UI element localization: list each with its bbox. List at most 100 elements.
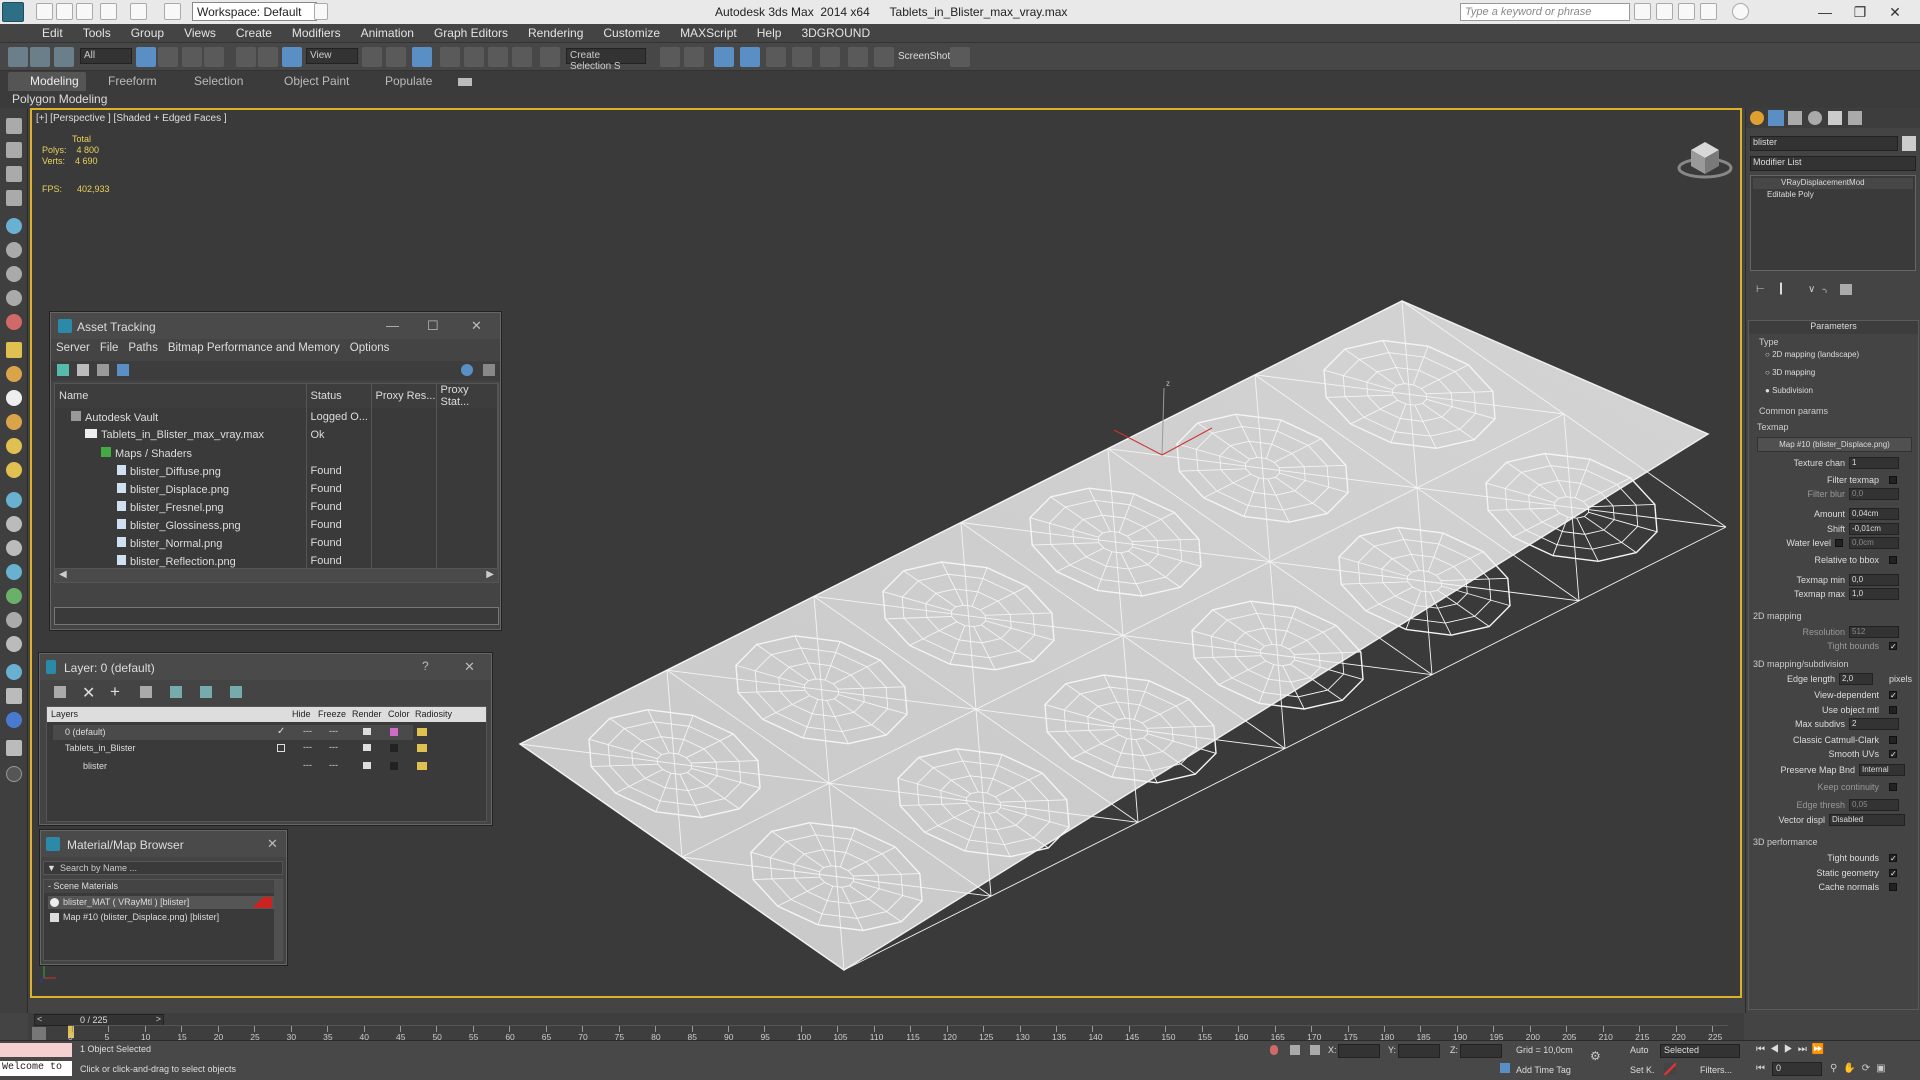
- make-unique-icon[interactable]: ∨: [1808, 284, 1815, 295]
- tab-object-paint[interactable]: Object Paint: [284, 74, 349, 88]
- communication-center-icon[interactable]: [1678, 3, 1695, 20]
- screenshot-icon[interactable]: [950, 47, 970, 67]
- percent-snap-icon[interactable]: [488, 47, 508, 67]
- y-coordinate-field[interactable]: [1398, 1044, 1440, 1058]
- close-icon[interactable]: ✕: [471, 318, 482, 334]
- help-icon[interactable]: [1732, 3, 1749, 20]
- pivot-center-icon[interactable]: [362, 47, 382, 67]
- select-layer-icon[interactable]: [140, 686, 152, 698]
- absolute-mode-icon[interactable]: [1310, 1045, 1320, 1055]
- move-icon[interactable]: [236, 47, 256, 67]
- add-time-tag-button[interactable]: Add Time Tag: [1516, 1065, 1571, 1075]
- texmap-max-spinner[interactable]: 1,0: [1849, 588, 1899, 600]
- layer-manager-titlebar[interactable]: Layer: 0 (default) ? ✕: [40, 654, 491, 680]
- table-row[interactable]: blister_Diffuse.png Found: [55, 462, 498, 480]
- table-row[interactable]: blister_Displace.png Found: [55, 480, 498, 498]
- list-tool-icon[interactable]: [6, 190, 22, 206]
- material-item[interactable]: blister_MAT ( VRayMtl ) [blister]: [48, 896, 274, 909]
- scroll-left-icon[interactable]: ◀: [59, 569, 67, 580]
- create-tab-icon[interactable]: [1750, 111, 1764, 125]
- lock-selection-icon[interactable]: [1290, 1045, 1300, 1055]
- new-file-icon[interactable]: [36, 3, 53, 20]
- light-tool-icon[interactable]: [6, 390, 22, 406]
- material-editor-icon[interactable]: [820, 47, 840, 67]
- tight-bounds-2d-checkbox[interactable]: ✓: [1889, 642, 1897, 651]
- help-icon[interactable]: ?: [422, 659, 429, 673]
- column-status[interactable]: Status: [306, 384, 372, 408]
- menu-maxscript[interactable]: MAXScript: [670, 24, 747, 40]
- shift-spinner[interactable]: -0,01cm: [1849, 523, 1899, 535]
- classic-catmull-checkbox[interactable]: [1889, 736, 1897, 744]
- radio-subdivision[interactable]: ● Subdivision: [1765, 386, 1813, 395]
- align-icon[interactable]: [684, 47, 704, 67]
- bind-space-warp-icon[interactable]: [54, 47, 74, 67]
- save-file-icon[interactable]: [76, 3, 93, 20]
- add-to-layer-icon[interactable]: +: [110, 682, 120, 702]
- playback-controls[interactable]: ⏮◀▶⏭⏩: [1756, 1044, 1916, 1058]
- viewcube[interactable]: [1677, 130, 1733, 179]
- table-row[interactable]: Maps / Shaders: [55, 444, 498, 462]
- menu-create[interactable]: Create: [226, 24, 282, 40]
- texmap-button[interactable]: Map #10 (blister_Displace.png): [1757, 437, 1912, 452]
- hair-tool-icon[interactable]: [6, 612, 22, 628]
- rendered-frame-window-icon[interactable]: [874, 47, 894, 67]
- material-search-input[interactable]: Search by Name ...: [60, 863, 137, 873]
- freeze-all-icon[interactable]: [230, 686, 242, 698]
- tab-selection[interactable]: Selection: [194, 74, 243, 88]
- sun-tool-icon[interactable]: [6, 438, 22, 454]
- layer-color-swatch[interactable]: [390, 744, 398, 752]
- menu-customize[interactable]: Customize: [593, 24, 670, 40]
- tree-tool-icon[interactable]: [6, 588, 22, 604]
- asset-menu-server[interactable]: Server: [56, 342, 90, 354]
- resolution-spinner[interactable]: 512: [1849, 626, 1899, 638]
- minimize-icon[interactable]: —: [386, 318, 399, 333]
- table-row[interactable]: Tablets_in_Blister_max_vray.max Ok: [55, 426, 498, 444]
- chevron-down-icon[interactable]: [314, 3, 328, 20]
- remove-modifier-icon[interactable]: ⌍: [1822, 284, 1830, 295]
- menu-views[interactable]: Views: [174, 24, 226, 40]
- table-row[interactable]: Autodesk Vault Logged O...: [55, 408, 498, 426]
- utilities-tab-icon[interactable]: [1848, 111, 1862, 125]
- object-name-field[interactable]: blister: [1750, 136, 1898, 151]
- mini-curve-editor-icon[interactable]: [32, 1027, 46, 1041]
- table-row[interactable]: blister_Fresnel.png Found: [55, 498, 498, 516]
- subscription-icon[interactable]: [1656, 3, 1673, 20]
- map-item[interactable]: Map #10 (blister_Displace.png) [blister]: [48, 911, 274, 924]
- polygon-modeling-panel[interactable]: Polygon Modeling: [12, 92, 107, 106]
- render-setup-icon[interactable]: [848, 47, 868, 67]
- favorites-star-icon[interactable]: [1700, 3, 1717, 20]
- time-slider-prev-icon[interactable]: <: [37, 1014, 42, 1024]
- menu-tools[interactable]: Tools: [73, 24, 121, 40]
- stack-item-vray-displacement[interactable]: VRayDisplacementMod: [1753, 178, 1913, 189]
- project-folder-icon[interactable]: [164, 3, 181, 20]
- table-view-icon[interactable]: [117, 364, 129, 376]
- column-proxy-res[interactable]: Proxy Res...: [371, 384, 437, 408]
- ref-coord-dropdown[interactable]: View: [306, 48, 358, 64]
- measure-tool-icon[interactable]: [6, 516, 22, 532]
- dome-tool-icon[interactable]: [6, 414, 22, 430]
- help-circle-icon[interactable]: [6, 766, 22, 782]
- brush-tool-icon[interactable]: [6, 242, 22, 258]
- column-name[interactable]: Name: [55, 384, 307, 408]
- keep-continuity-checkbox[interactable]: [1889, 783, 1897, 791]
- use-object-mtl-checkbox[interactable]: [1889, 706, 1897, 714]
- pin-stack-icon[interactable]: ⊢: [1756, 284, 1765, 295]
- asset-menu-paths[interactable]: Paths: [128, 342, 157, 354]
- modify-tab-icon[interactable]: [1768, 110, 1784, 126]
- angle-snap-icon[interactable]: [464, 47, 484, 67]
- menu-graph-editors[interactable]: Graph Editors: [424, 24, 518, 40]
- globe-tool-icon[interactable]: [6, 564, 22, 580]
- smooth-uvs-checkbox[interactable]: ✓: [1889, 750, 1897, 759]
- filter-blur-spinner[interactable]: 0,0: [1849, 488, 1899, 500]
- tape-tool-icon[interactable]: [6, 540, 22, 556]
- render-teapot-icon[interactable]: [363, 762, 371, 769]
- minimize-icon[interactable]: —: [1810, 2, 1840, 22]
- vertical-scrollbar[interactable]: [274, 880, 282, 960]
- script-tool-icon[interactable]: [6, 740, 22, 756]
- vector-displ-dropdown[interactable]: Disabled: [1829, 814, 1905, 826]
- view-dependent-checkbox[interactable]: ✓: [1889, 691, 1897, 700]
- highlight-layer-icon[interactable]: [170, 686, 182, 698]
- layer-row-blister[interactable]: blister --- ---: [53, 759, 427, 774]
- texture-chan-spinner[interactable]: 1: [1849, 457, 1899, 469]
- ribbon-toggle-icon[interactable]: [458, 78, 472, 86]
